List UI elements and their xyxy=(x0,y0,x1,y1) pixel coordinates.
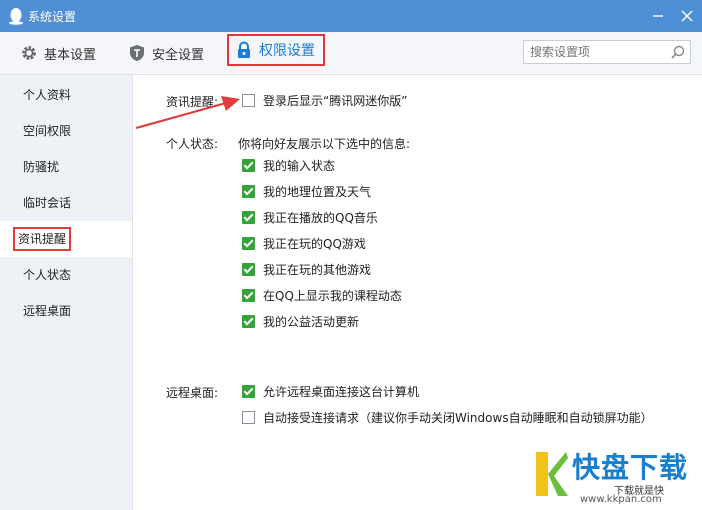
window-title: 系统设置 xyxy=(28,10,77,24)
option-label: 登录后显示“腾讯网迷你版” xyxy=(263,93,408,108)
sidebar-item-remote-desktop[interactable]: 远程桌面 xyxy=(0,293,132,329)
option-label: 自动接受连接请求（建议你手动关闭Windows自动睡眠和自动锁屏功能） xyxy=(263,410,653,425)
status-option-other-games[interactable]: 我正在玩的其他游戏 xyxy=(242,260,371,278)
option-label: 我正在玩的其他游戏 xyxy=(263,262,372,277)
status-option-location[interactable]: 我的地理位置及天气 xyxy=(242,182,371,200)
remote-option-auto-accept[interactable]: 自动接受连接请求（建议你手动关闭Windows自动睡眠和自动锁屏功能） xyxy=(242,408,653,426)
option-label: 允许远程桌面连接这台计算机 xyxy=(263,384,420,399)
sidebar-item-label: 临时会话 xyxy=(23,196,72,210)
watermark-url: www.kkpan.com xyxy=(580,494,662,505)
minimize-icon xyxy=(653,15,663,17)
checkbox[interactable] xyxy=(242,262,255,276)
sidebar-item-news-alerts[interactable]: 资讯提醒 xyxy=(0,221,132,257)
lock-icon xyxy=(238,41,250,58)
sidebar-item-label: 个人资料 xyxy=(23,88,72,102)
option-label: 我的地理位置及天气 xyxy=(263,184,372,199)
sidebar-item-label: 防骚扰 xyxy=(23,160,60,174)
option-label: 我的公益活动更新 xyxy=(263,314,360,329)
sidebar-item-label: 空间权限 xyxy=(23,124,72,138)
checkbox[interactable] xyxy=(242,184,255,198)
sidebar-item-personal-status[interactable]: 个人状态 xyxy=(0,257,132,293)
tab-basic-settings[interactable]: 基本设置 xyxy=(20,32,96,74)
checkbox[interactable] xyxy=(242,410,255,424)
gear-icon xyxy=(22,46,36,60)
checkbox[interactable] xyxy=(242,210,255,224)
checkbox[interactable] xyxy=(242,314,255,328)
remote-option-allow[interactable]: 允许远程桌面连接这台计算机 xyxy=(242,382,419,400)
sidebar-item-profile[interactable]: 个人资料 xyxy=(0,77,132,113)
tab-label: 权限设置 xyxy=(259,43,315,59)
watermark-brand: 快盘下载 xyxy=(572,451,689,484)
settings-toolbar: 基本设置 安全设置 权限设置 xyxy=(0,32,702,75)
news-mini-option[interactable]: 登录后显示“腾讯网迷你版” xyxy=(242,91,407,109)
annotation-arrow-icon xyxy=(135,96,240,130)
sidebar-item-label: 资讯提醒 xyxy=(13,227,72,251)
option-label: 我正在玩的QQ游戏 xyxy=(263,236,366,251)
option-label: 在QQ上显示我的课程动态 xyxy=(263,288,402,303)
close-button[interactable] xyxy=(677,6,697,26)
sidebar-item-anti-harassment[interactable]: 防骚扰 xyxy=(0,149,132,185)
checkbox[interactable] xyxy=(242,384,255,398)
search-icon[interactable] xyxy=(670,44,686,60)
sidebar-item-label: 个人状态 xyxy=(23,268,72,282)
kkpan-logo-icon xyxy=(536,452,568,496)
status-option-charity[interactable]: 我的公益活动更新 xyxy=(242,312,359,330)
remote-desktop-label: 远程桌面: xyxy=(166,386,219,400)
settings-sidebar: 个人资料 空间权限 防骚扰 临时会话 资讯提醒 个人状态 远程桌面 xyxy=(0,75,133,510)
personal-status-label: 个人状态: xyxy=(166,137,219,151)
status-option-courses[interactable]: 在QQ上显示我的课程动态 xyxy=(242,286,402,304)
minimize-button[interactable] xyxy=(648,6,668,26)
tab-permission-settings[interactable]: 权限设置 xyxy=(227,34,325,66)
sidebar-item-space-permissions[interactable]: 空间权限 xyxy=(0,113,132,149)
tab-security-settings[interactable]: 安全设置 xyxy=(128,32,204,74)
qq-penguin-icon xyxy=(9,8,23,25)
option-label: 我的输入状态 xyxy=(263,158,336,173)
close-icon xyxy=(681,10,693,22)
watermark: 快盘下载 下载就是快 www.kkpan.com xyxy=(532,442,702,510)
status-option-typing[interactable]: 我的输入状态 xyxy=(242,156,335,174)
checkbox[interactable] xyxy=(242,236,255,250)
sidebar-item-temp-chat[interactable]: 临时会话 xyxy=(0,185,132,221)
tab-label: 安全设置 xyxy=(152,47,205,63)
search-box[interactable] xyxy=(523,40,691,64)
shield-icon xyxy=(130,45,144,61)
status-option-music[interactable]: 我正在播放的QQ音乐 xyxy=(242,208,378,226)
sidebar-item-label: 远程桌面 xyxy=(23,304,72,318)
option-label: 我正在播放的QQ音乐 xyxy=(263,210,378,225)
tab-label: 基本设置 xyxy=(44,47,97,63)
checkbox[interactable] xyxy=(242,288,255,302)
status-intro-text: 你将向好友展示以下选中的信息: xyxy=(238,137,411,151)
search-input[interactable] xyxy=(530,44,660,60)
checkbox[interactable] xyxy=(242,158,255,172)
title-bar: 系统设置 xyxy=(0,0,702,32)
status-option-qq-games[interactable]: 我正在玩的QQ游戏 xyxy=(242,234,366,252)
checkbox[interactable] xyxy=(242,93,255,107)
